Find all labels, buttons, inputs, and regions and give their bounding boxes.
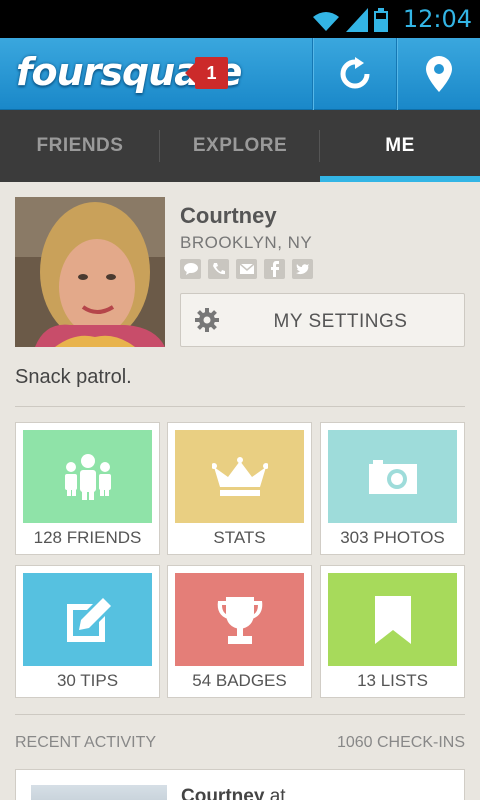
activity-text: Courtney at bbox=[181, 786, 286, 800]
trophy-icon bbox=[217, 596, 262, 644]
avatar-photo bbox=[15, 197, 165, 347]
status-icons bbox=[312, 6, 388, 32]
my-settings-button[interactable]: MY SETTINGS bbox=[180, 293, 465, 347]
crown-icon bbox=[211, 456, 268, 496]
activity-user: Courtney bbox=[181, 786, 265, 800]
activity-venue-prefix: at bbox=[269, 786, 286, 800]
notification-badge[interactable]: 1 bbox=[185, 57, 228, 89]
facebook-icon[interactable] bbox=[264, 259, 285, 279]
bookmark-icon bbox=[374, 595, 411, 644]
profile-location: BROOKLYN, NY bbox=[180, 233, 313, 252]
refresh-button[interactable] bbox=[312, 38, 396, 110]
tab-explore[interactable]: EXPLORE bbox=[160, 110, 320, 182]
location-pin-icon bbox=[425, 56, 452, 92]
badges-tile-label: 54 BADGES bbox=[192, 671, 287, 690]
twitter-icon[interactable] bbox=[292, 259, 313, 279]
logo-area[interactable]: foursquare 1 bbox=[0, 38, 312, 110]
stats-tile-label: STATS bbox=[213, 528, 266, 547]
tips-tile[interactable]: 30 TIPS bbox=[15, 565, 160, 698]
activity-photo bbox=[31, 785, 167, 800]
badges-tile-block bbox=[175, 573, 304, 666]
tab-bar: FRIENDS EXPLORE ME bbox=[0, 110, 480, 182]
friends-tile[interactable]: 128 FRIENDS bbox=[15, 422, 160, 555]
lists-tile[interactable]: 13 LISTS bbox=[320, 565, 465, 698]
stats-tile-block bbox=[175, 430, 304, 523]
app-header: foursquare 1 bbox=[0, 38, 480, 110]
tips-tile-block bbox=[23, 573, 152, 666]
tab-friends[interactable]: FRIENDS bbox=[0, 110, 160, 182]
avatar[interactable] bbox=[15, 197, 165, 347]
recent-activity-header: RECENT ACTIVITY 1060 CHECK-INS bbox=[15, 734, 465, 752]
recent-activity-title: RECENT ACTIVITY bbox=[15, 734, 157, 751]
profile-name: Courtney bbox=[180, 203, 277, 228]
camera-icon bbox=[368, 459, 417, 494]
friends-tile-label: 128 FRIENDS bbox=[33, 528, 142, 547]
tab-me[interactable]: ME bbox=[320, 110, 480, 182]
photos-tile[interactable]: 303 PHOTOS bbox=[320, 422, 465, 555]
lists-tile-label: 13 LISTS bbox=[357, 671, 428, 690]
location-button[interactable] bbox=[396, 38, 480, 110]
stats-tile[interactable]: STATS bbox=[167, 422, 312, 555]
tips-tile-label: 30 TIPS bbox=[56, 671, 119, 690]
divider bbox=[15, 714, 465, 715]
photos-tile-label: 303 PHOTOS bbox=[340, 528, 445, 547]
profile-bio: Snack patrol. bbox=[15, 366, 132, 388]
activity-item[interactable]: Courtney at bbox=[15, 769, 465, 800]
refresh-icon bbox=[340, 57, 369, 89]
status-bar: 12:04 bbox=[0, 0, 480, 38]
message-icon[interactable] bbox=[180, 259, 201, 279]
wifi-icon bbox=[313, 12, 339, 31]
signal-icon bbox=[346, 8, 368, 32]
edit-icon bbox=[66, 597, 111, 642]
badges-tile[interactable]: 54 BADGES bbox=[167, 565, 312, 698]
contact-icons bbox=[180, 259, 313, 279]
clock: 12:04 bbox=[402, 5, 472, 33]
checkins-count[interactable]: 1060 CHECK-INS bbox=[337, 734, 465, 752]
photos-tile-block bbox=[328, 430, 457, 523]
friends-icon bbox=[64, 453, 111, 500]
divider bbox=[15, 406, 465, 407]
battery-icon bbox=[374, 8, 388, 32]
phone-icon[interactable] bbox=[208, 259, 229, 279]
my-settings-label: MY SETTINGS bbox=[273, 311, 408, 332]
mail-icon[interactable] bbox=[236, 259, 257, 279]
friends-tile-block bbox=[23, 430, 152, 523]
lists-tile-block bbox=[328, 573, 457, 666]
